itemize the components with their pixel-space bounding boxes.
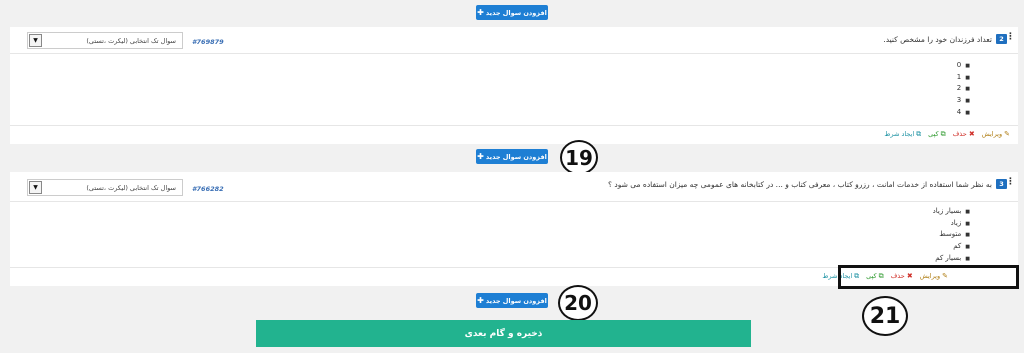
question-id: #766282 (192, 185, 224, 193)
callout-21: 21 (862, 296, 908, 336)
bullet-icon: ■ (965, 232, 970, 239)
add-question-button[interactable]: ✚ افزودن سوال جدید (476, 293, 548, 308)
list-item: ■2 (956, 84, 970, 93)
question-number-badge: 2 (996, 34, 1007, 44)
callout-19: 19 (560, 140, 598, 175)
condition-icon: ⧉ (916, 130, 922, 138)
actions-highlight-box (838, 265, 1019, 289)
save-and-next-button[interactable]: ذخیره و گام بعدی (256, 320, 751, 347)
question-card: ⋮ 2 تعداد فرزندان خود را مشخص کنید. #769… (10, 27, 1018, 144)
question-type-value: سوال تک انتخابی (لیکرت ،تستی) (86, 184, 176, 192)
bullet-icon: ■ (965, 98, 970, 105)
edit-button[interactable]: ✎ویرایش (982, 130, 1010, 139)
plus-icon: ✚ (477, 151, 484, 161)
copy-icon: ⧉ (940, 130, 946, 138)
options-list: ■0 ■1 ■2 ■3 ■4 (10, 54, 1018, 126)
question-actions: ✎ویرایش ✖حذف ⧉کپی ⧉ایجاد شرط (10, 126, 1018, 144)
plus-icon: ✚ (477, 295, 484, 305)
bullet-icon: ■ (965, 220, 970, 227)
question-header: ⋮ 3 به نظر شما استفاده از خدمات امانت ، … (10, 172, 1018, 202)
add-question-label: افزودن سوال جدید (485, 152, 547, 161)
add-question-label: افزودن سوال جدید (485, 8, 547, 17)
bullet-icon: ■ (965, 109, 970, 116)
list-item: ■کم (953, 242, 970, 251)
drag-handle-icon[interactable]: ⋮ (1006, 32, 1015, 42)
question-id: #769879 (192, 38, 224, 46)
bullet-icon: ■ (965, 86, 970, 93)
list-item: ■متوسط (939, 230, 970, 239)
edit-icon: ✎ (1004, 130, 1010, 138)
question-text: تعداد فرزندان خود را مشخص کنید. (883, 35, 992, 44)
list-item: ■3 (956, 96, 970, 105)
bullet-icon: ■ (965, 255, 970, 262)
list-item: ■بسیار زیاد (932, 207, 970, 215)
add-question-button[interactable]: ✚ افزودن سوال جدید (476, 149, 548, 164)
add-question-button[interactable]: ✚ افزودن سوال جدید (476, 5, 548, 20)
list-item: ■1 (956, 72, 970, 81)
trash-icon: ✖ (968, 130, 975, 138)
list-item: ■0 (956, 61, 970, 69)
question-type-select[interactable]: سوال تک انتخابی (لیکرت ،تستی) ▼ (27, 32, 183, 49)
question-number-badge: 3 (996, 179, 1007, 189)
delete-button[interactable]: ✖حذف (953, 130, 975, 139)
callout-20: 20 (558, 285, 598, 321)
question-type-value: سوال تک انتخابی (لیکرت ،تستی) (86, 37, 176, 45)
copy-button[interactable]: ⧉کپی (928, 130, 945, 139)
list-item: ■زیاد (950, 218, 970, 227)
dropdown-arrow-icon[interactable]: ▼ (29, 181, 42, 194)
bullet-icon: ■ (965, 74, 970, 81)
add-question-label: افزودن سوال جدید (485, 296, 547, 305)
add-condition-button[interactable]: ⧉ایجاد شرط (884, 130, 921, 139)
options-list: ■بسیار زیاد ■زیاد ■متوسط ■کم ■بسیار کم (10, 202, 1018, 268)
dropdown-arrow-icon[interactable]: ▼ (29, 34, 42, 47)
question-header: ⋮ 2 تعداد فرزندان خود را مشخص کنید. #769… (10, 27, 1018, 54)
question-type-select[interactable]: سوال تک انتخابی (لیکرت ،تستی) ▼ (27, 179, 183, 196)
bullet-icon: ■ (965, 63, 970, 69)
question-text: به نظر شما استفاده از خدمات امانت ، رزرو… (607, 180, 992, 189)
list-item: ■4 (956, 107, 970, 116)
plus-icon: ✚ (477, 7, 484, 17)
bullet-icon: ■ (965, 209, 970, 215)
list-item: ■بسیار کم (935, 253, 970, 262)
drag-handle-icon[interactable]: ⋮ (1006, 177, 1015, 187)
bullet-icon: ■ (965, 244, 970, 251)
